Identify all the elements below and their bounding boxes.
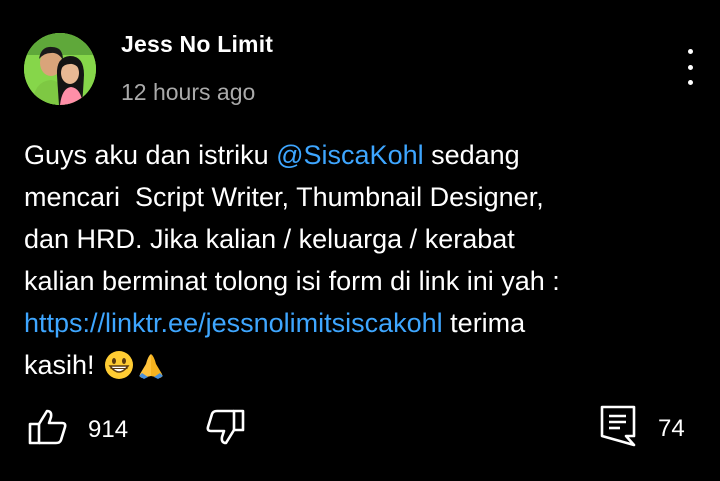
comment-text-line: kasih! (24, 350, 95, 380)
like-count: 914 (88, 415, 129, 443)
comment-text-line: kalian berminat tolong isi form di link … (24, 266, 560, 296)
like-button[interactable]: 914 (28, 408, 128, 451)
comment-text-line: terima (442, 308, 526, 338)
reply-count: 74 (658, 414, 685, 442)
grinning-face-emoji (104, 350, 134, 392)
comment-author[interactable]: Jess No Limit (121, 31, 273, 58)
comment-timestamp: 12 hours ago (121, 79, 256, 105)
comment-text-line: sedang (423, 140, 520, 170)
comment-text-line: dan HRD. Jika kalian / keluarga / keraba… (24, 224, 515, 254)
thumb-up-icon (28, 408, 68, 451)
comment-text-line: mencari Script Writer, Thumbnail Designe… (24, 182, 544, 212)
url-link[interactable]: https://linktr.ee/jessnolimitsiscakohl (24, 308, 443, 338)
thumb-down-icon (205, 408, 245, 451)
mention-link[interactable]: @SiscaKohl (276, 140, 423, 170)
more-vertical-icon[interactable] (678, 49, 702, 85)
comment-text-line: Guys aku dan istriku (24, 140, 277, 170)
comment-text: Guys aku dan istriku @SiscaKohl sedang m… (24, 134, 714, 392)
comment-icon (600, 405, 636, 452)
reply-button[interactable]: 74 (600, 405, 685, 452)
folded-hands-emoji (136, 350, 166, 392)
avatar[interactable] (24, 33, 96, 105)
dislike-button[interactable] (205, 408, 245, 451)
